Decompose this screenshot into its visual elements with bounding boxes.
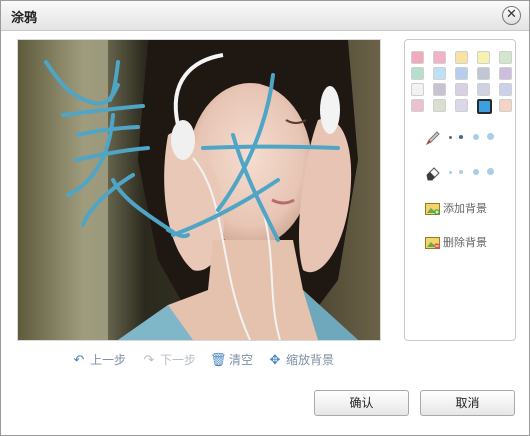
tool-panel: 添加背景 删除背景: [404, 39, 516, 341]
zoom-background-button[interactable]: ✥ 缩放背景: [267, 351, 334, 369]
eraser-size-dot-4[interactable]: [487, 168, 494, 175]
size-dot-4[interactable]: [487, 133, 494, 140]
eraser-size-dot-1[interactable]: [449, 171, 452, 174]
color-swatch[interactable]: [411, 51, 424, 64]
color-swatch[interactable]: [499, 67, 512, 80]
confirm-button[interactable]: 确认: [314, 390, 409, 416]
color-swatch[interactable]: [455, 51, 468, 64]
color-swatch[interactable]: [499, 99, 512, 112]
close-icon: ✕: [506, 7, 517, 22]
undo-label: 上一步: [90, 353, 127, 367]
color-swatch[interactable]: [499, 83, 512, 96]
color-swatch[interactable]: [433, 51, 446, 64]
redo-button[interactable]: ↷ 下一步: [141, 351, 196, 369]
trash-icon: 🗑: [210, 353, 227, 368]
color-swatch[interactable]: [455, 99, 468, 112]
undo-icon: ↶: [73, 353, 85, 368]
color-swatch[interactable]: [411, 67, 424, 80]
size-dot-1[interactable]: [449, 136, 452, 139]
redo-label: 下一步: [160, 353, 197, 367]
add-image-icon: [425, 203, 440, 215]
zoom-background-label: 缩放背景: [286, 353, 335, 367]
remove-background-label: 删除背景: [443, 236, 487, 249]
dialog-title: 涂鸦: [11, 11, 38, 26]
remove-background-button[interactable]: 删除背景: [425, 234, 487, 252]
color-swatch[interactable]: [455, 83, 468, 96]
undo-button[interactable]: ↶ 上一步: [71, 351, 126, 369]
redo-icon: ↷: [143, 353, 155, 368]
eraser-icon[interactable]: [424, 163, 442, 181]
color-swatch[interactable]: [477, 99, 492, 114]
color-swatch[interactable]: [455, 67, 468, 80]
size-dot-2[interactable]: [459, 135, 463, 139]
color-swatch[interactable]: [433, 67, 446, 80]
doodle-dialog: 涂鸦 ✕ 添加背景 删除背景 ↶ 上一步 ↷ 下一步 🗑 清空 ✥ 缩放背景 确…: [0, 0, 530, 436]
color-swatch[interactable]: [477, 83, 490, 96]
title-bar: 涂鸦 ✕: [1, 1, 529, 31]
photo-earcup-left: [171, 120, 195, 160]
eraser-size-dot-2[interactable]: [459, 170, 463, 174]
drawing-canvas[interactable]: [17, 39, 381, 341]
color-swatch[interactable]: [477, 67, 490, 80]
photo-earcup-right: [320, 86, 340, 134]
eraser-size-dot-3[interactable]: [473, 169, 479, 175]
clear-label: 清空: [229, 353, 254, 367]
color-swatch[interactable]: [477, 51, 490, 64]
close-button[interactable]: ✕: [502, 6, 521, 25]
canvas-svg: [18, 40, 380, 340]
color-swatch[interactable]: [499, 51, 512, 64]
color-swatch[interactable]: [411, 83, 424, 96]
cancel-button[interactable]: 取消: [420, 390, 515, 416]
pen-icon[interactable]: [424, 129, 442, 147]
clear-button[interactable]: 🗑 清空: [210, 351, 253, 369]
color-swatch[interactable]: [411, 99, 424, 112]
add-background-button[interactable]: 添加背景: [425, 200, 487, 218]
doodle-stroke: [201, 144, 340, 150]
add-background-label: 添加背景: [443, 202, 487, 215]
remove-image-icon: [425, 237, 440, 249]
color-swatch[interactable]: [433, 99, 446, 112]
size-dot-3[interactable]: [473, 134, 479, 140]
color-swatch[interactable]: [433, 83, 446, 96]
move-icon: ✥: [269, 353, 281, 368]
